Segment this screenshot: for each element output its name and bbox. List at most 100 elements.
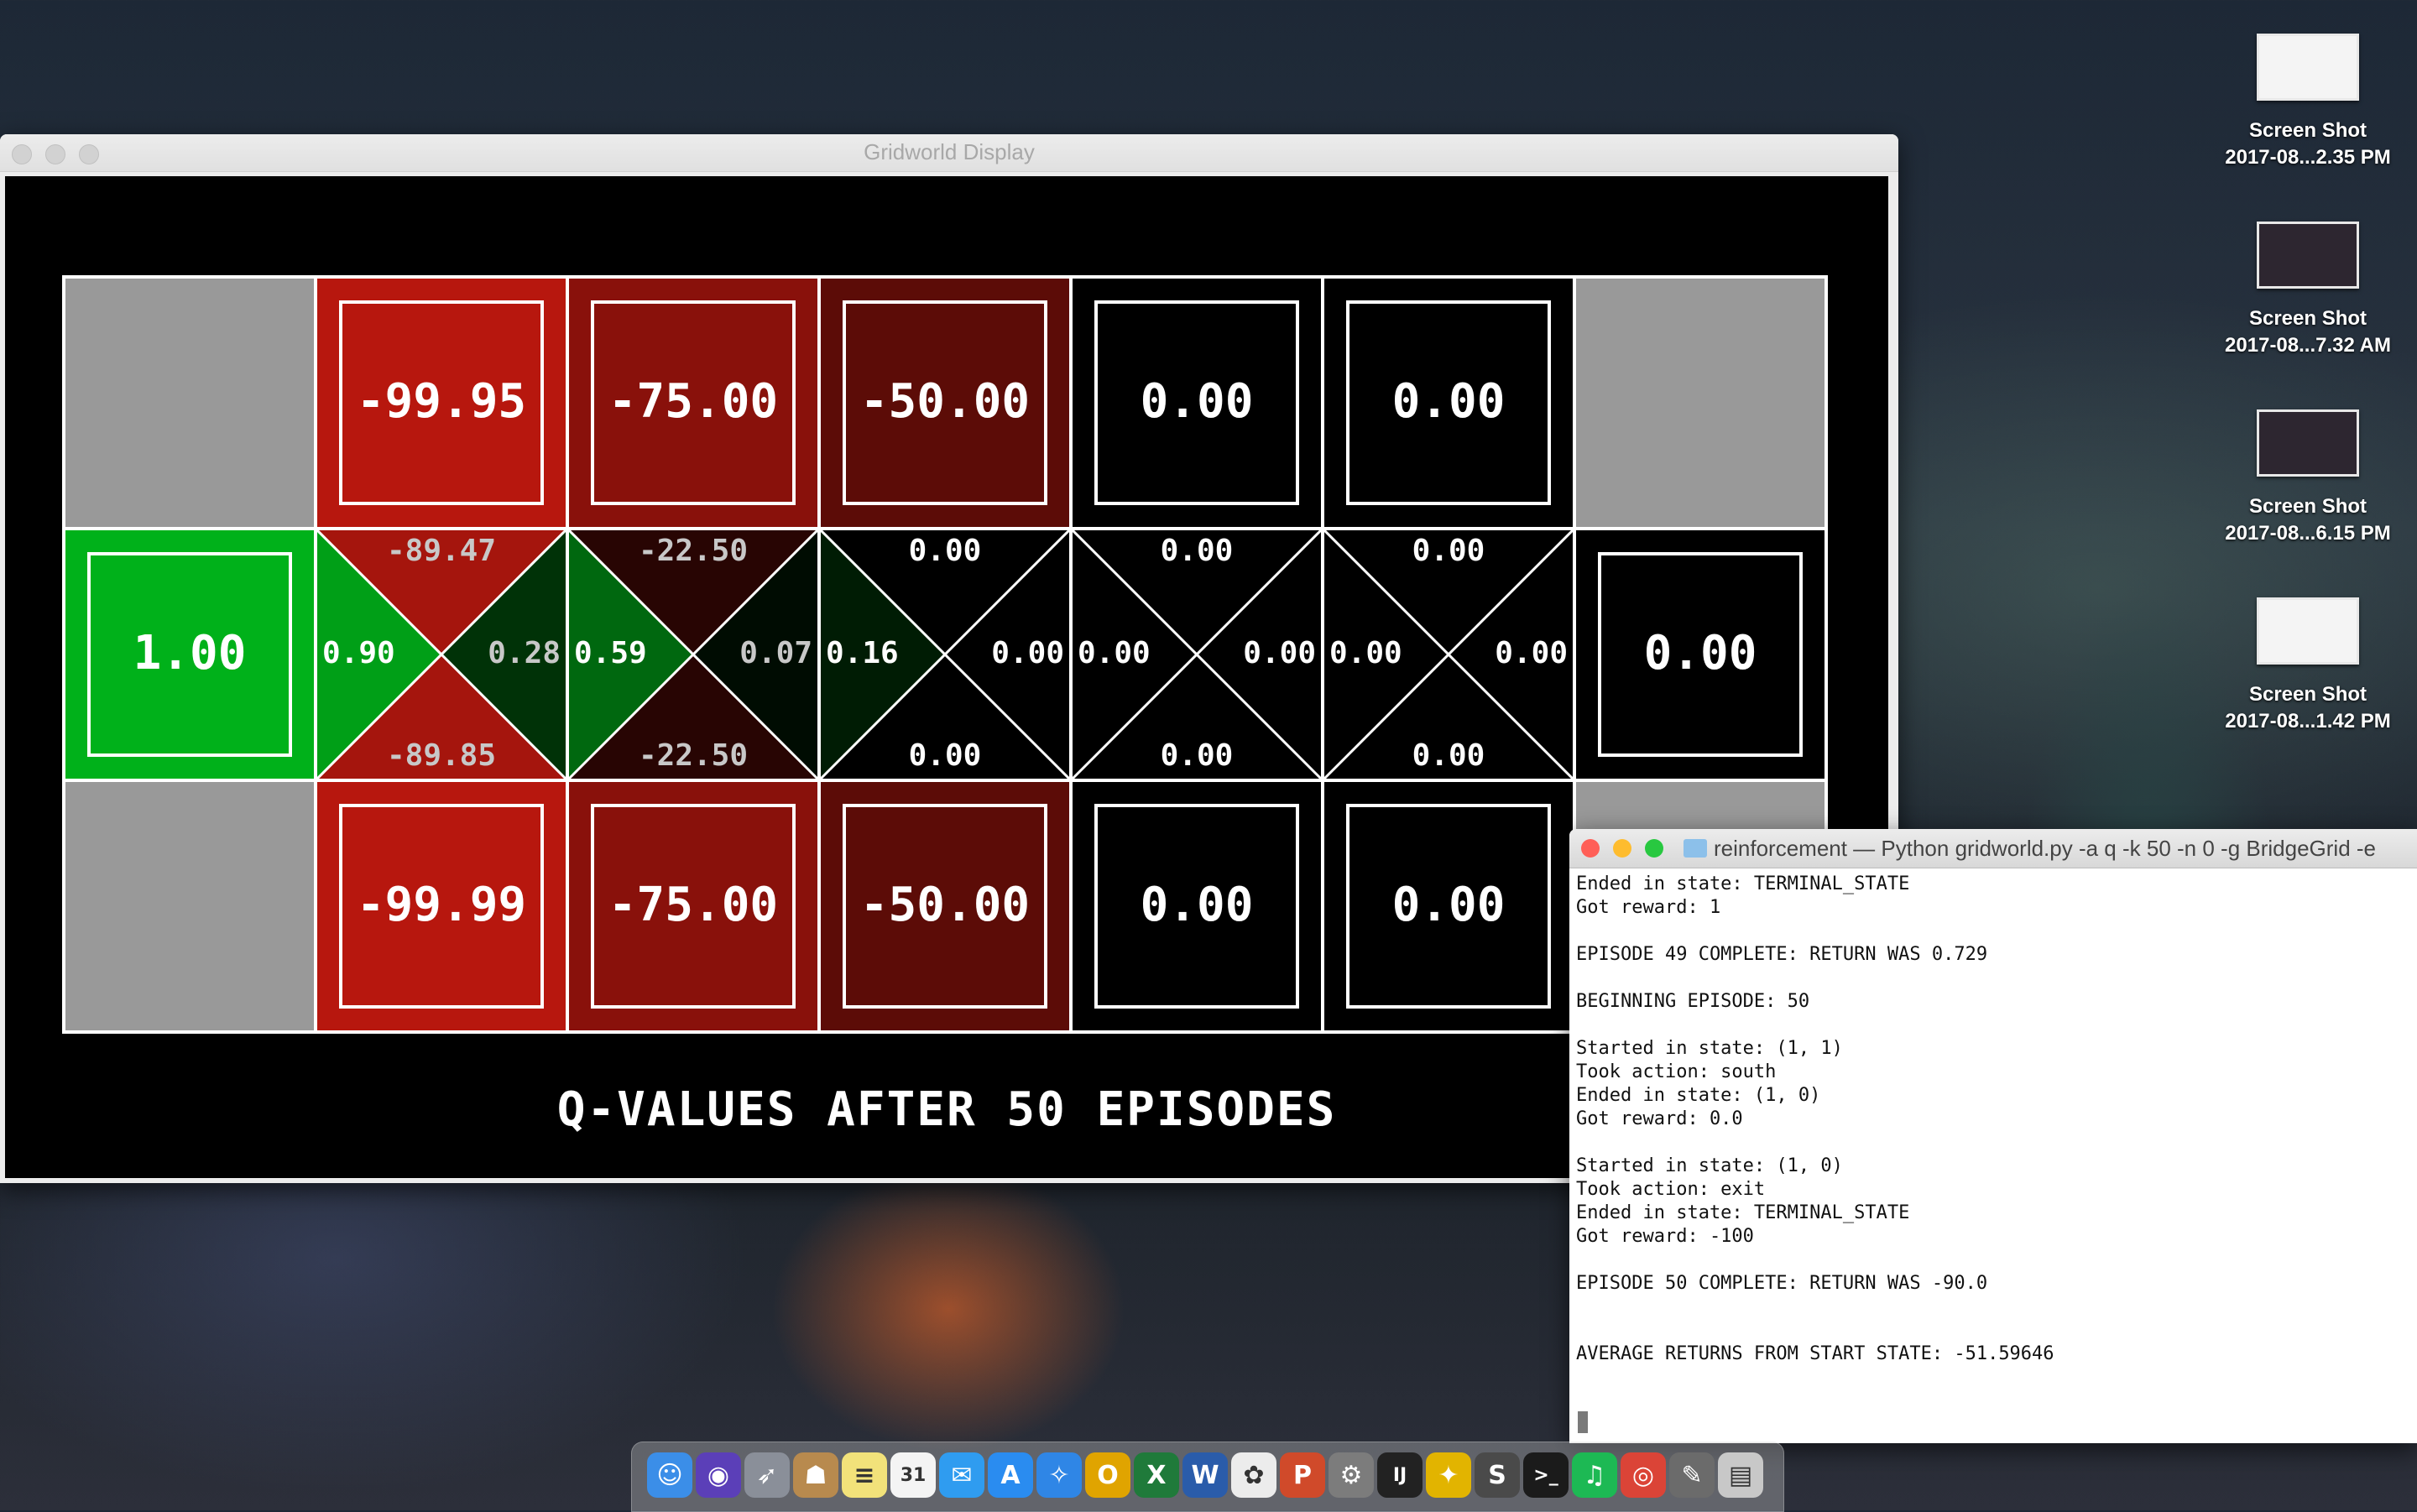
- state-value: 0.00: [1392, 374, 1506, 429]
- q-value-south: 0.00: [909, 738, 982, 773]
- screenshot-thumbnail-icon: [2257, 34, 2359, 101]
- finder-icon[interactable]: ☺: [647, 1452, 692, 1498]
- terminal-line: Ended in state: TERMINAL_STATE: [1576, 1202, 1910, 1223]
- q-value-south: 0.00: [1161, 738, 1234, 773]
- screenshot-thumbnail-icon: [2257, 597, 2359, 665]
- q-value-east: 0.00: [1495, 636, 1568, 670]
- q-value-north: 0.00: [1412, 534, 1485, 568]
- q-value-north: 0.00: [1161, 534, 1234, 568]
- terminal-line: AVERAGE RETURNS FROM START STATE: -51.59…: [1576, 1343, 2054, 1364]
- q-value-south: -89.85: [387, 738, 496, 773]
- zoom-button[interactable]: [1645, 839, 1663, 858]
- notes-icon[interactable]: ≡: [842, 1452, 887, 1498]
- state-value: -50.00: [860, 374, 1030, 429]
- screenshot-thumbnail-icon: [2257, 409, 2359, 477]
- q-value-north: -89.47: [387, 534, 496, 568]
- minimize-button[interactable]: [1613, 839, 1631, 858]
- safari-icon[interactable]: ✧: [1036, 1452, 1082, 1498]
- launchpad-icon[interactable]: ➶: [744, 1452, 790, 1498]
- desktop-file-screenshot-4[interactable]: Screen Shot 2017-08...1.42 PM: [2216, 597, 2400, 735]
- state-value: -75.00: [608, 374, 778, 429]
- terminal-line: Got reward: 0.0: [1576, 1108, 1743, 1129]
- terminal-title: reinforcement — Python gridworld.py -a q…: [1714, 836, 2377, 861]
- state-value: -99.95: [357, 374, 526, 429]
- close-button[interactable]: [1581, 839, 1600, 858]
- state-value: 1.00: [133, 626, 247, 680]
- siri-icon[interactable]: ◉: [696, 1452, 741, 1498]
- state-value: 0.00: [1141, 878, 1254, 932]
- screenshot-thumbnail-icon: [2257, 222, 2359, 289]
- chrome-icon[interactable]: ◎: [1621, 1452, 1666, 1498]
- terminal-line: Started in state: (1, 1): [1576, 1038, 1843, 1059]
- desktop-file-name: Screen Shot: [2248, 683, 2367, 706]
- terminal-icon[interactable]: >_: [1523, 1452, 1569, 1498]
- appstore-icon[interactable]: A: [988, 1452, 1033, 1498]
- q-value-west: 0.16: [826, 636, 899, 670]
- state-value: 0.00: [1392, 878, 1506, 932]
- terminal-line: EPISODE 49 COMPLETE: RETURN WAS 0.729: [1576, 944, 1988, 965]
- excel-icon[interactable]: X: [1134, 1452, 1179, 1498]
- photos-icon[interactable]: ✿: [1231, 1452, 1276, 1498]
- desktop-file-name: Screen Shot: [2248, 495, 2367, 518]
- desktop-file-date: 2017-08...2.35 PM: [2225, 146, 2391, 169]
- gridworld-titlebar[interactable]: Gridworld Display: [0, 134, 1898, 172]
- dock: ☺ ◉ ➶ ☗ ≡ 31 ✉ A ✧ O X W ✿ P ⚙ IJ ✦ S >_ ♫ ◎ ✎ ▤: [631, 1442, 1784, 1512]
- q-value-north: 0.00: [909, 534, 982, 568]
- q-value-west: 0.00: [1078, 636, 1151, 670]
- wall-cell: [62, 779, 317, 1034]
- q-value-west: 0.59: [574, 636, 647, 670]
- powerpoint-icon[interactable]: P: [1280, 1452, 1325, 1498]
- intellij-icon[interactable]: IJ: [1377, 1452, 1423, 1498]
- terminal-titlebar[interactable]: reinforcement — Python gridworld.py -a q…: [1569, 829, 2417, 868]
- desktop-file-screenshot-1[interactable]: Screen Shot 2017-08...2.35 PM: [2216, 34, 2400, 171]
- terminal-line: BEGINNING EPISODE: 50: [1576, 991, 1810, 1012]
- terminal-line: Got reward: -100: [1576, 1226, 1754, 1247]
- q-value-east: 0.28: [488, 636, 561, 670]
- wall-cell: [62, 275, 317, 530]
- calendar-icon[interactable]: 31: [890, 1452, 936, 1498]
- terminal-line: Got reward: 1: [1576, 897, 1721, 918]
- folder-icon: [1684, 839, 1707, 858]
- window-title: Gridworld Display: [864, 139, 1035, 164]
- q-value-west: 0.90: [322, 636, 395, 670]
- state-value: -99.99: [357, 878, 526, 932]
- state-value: 0.00: [1141, 374, 1254, 429]
- terminal-line: Started in state: (1, 0): [1576, 1155, 1843, 1176]
- cyberduck-icon[interactable]: ✦: [1426, 1452, 1471, 1498]
- spotify-icon[interactable]: ♫: [1572, 1452, 1617, 1498]
- pencil-icon[interactable]: ✎: [1669, 1452, 1715, 1498]
- q-value-east: 0.00: [1243, 636, 1316, 670]
- desktop-file-screenshot-3[interactable]: Screen Shot 2017-08...6.15 PM: [2216, 409, 2400, 547]
- trash-icon[interactable]: ▤: [1718, 1452, 1763, 1498]
- desktop-file-date: 2017-08...7.32 AM: [2225, 334, 2391, 357]
- sublime-icon[interactable]: S: [1475, 1452, 1520, 1498]
- word-icon[interactable]: W: [1182, 1452, 1228, 1498]
- terminal-line: Ended in state: TERMINAL_STATE: [1576, 873, 1910, 894]
- terminal-output[interactable]: Ended in state: TERMINAL_STATE Got reward…: [1576, 873, 2407, 1366]
- preferences-icon[interactable]: ⚙: [1329, 1452, 1374, 1498]
- desktop-file-screenshot-2[interactable]: Screen Shot 2017-08...7.32 AM: [2216, 222, 2400, 359]
- desktop-file-name: Screen Shot: [2248, 119, 2367, 142]
- state-value: -50.00: [860, 878, 1030, 932]
- terminal-line: Ended in state: (1, 0): [1576, 1085, 1821, 1106]
- desktop-file-name: Screen Shot: [2248, 307, 2367, 330]
- desktop-file-date: 2017-08...6.15 PM: [2225, 522, 2391, 545]
- q-value-south: -22.50: [639, 738, 748, 773]
- terminal-cursor: [1578, 1411, 1588, 1433]
- q-value-north: -22.50: [639, 534, 748, 568]
- q-value-west: 0.00: [1329, 636, 1402, 670]
- q-value-east: 0.00: [991, 636, 1064, 670]
- outlook-icon[interactable]: O: [1085, 1452, 1130, 1498]
- q-value-south: 0.00: [1412, 738, 1485, 773]
- terminal-window: reinforcement — Python gridworld.py -a q…: [1569, 829, 2417, 1443]
- contacts-icon[interactable]: ☗: [793, 1452, 838, 1498]
- messages-icon[interactable]: ✉: [939, 1452, 984, 1498]
- desktop-file-date: 2017-08...1.42 PM: [2225, 710, 2391, 733]
